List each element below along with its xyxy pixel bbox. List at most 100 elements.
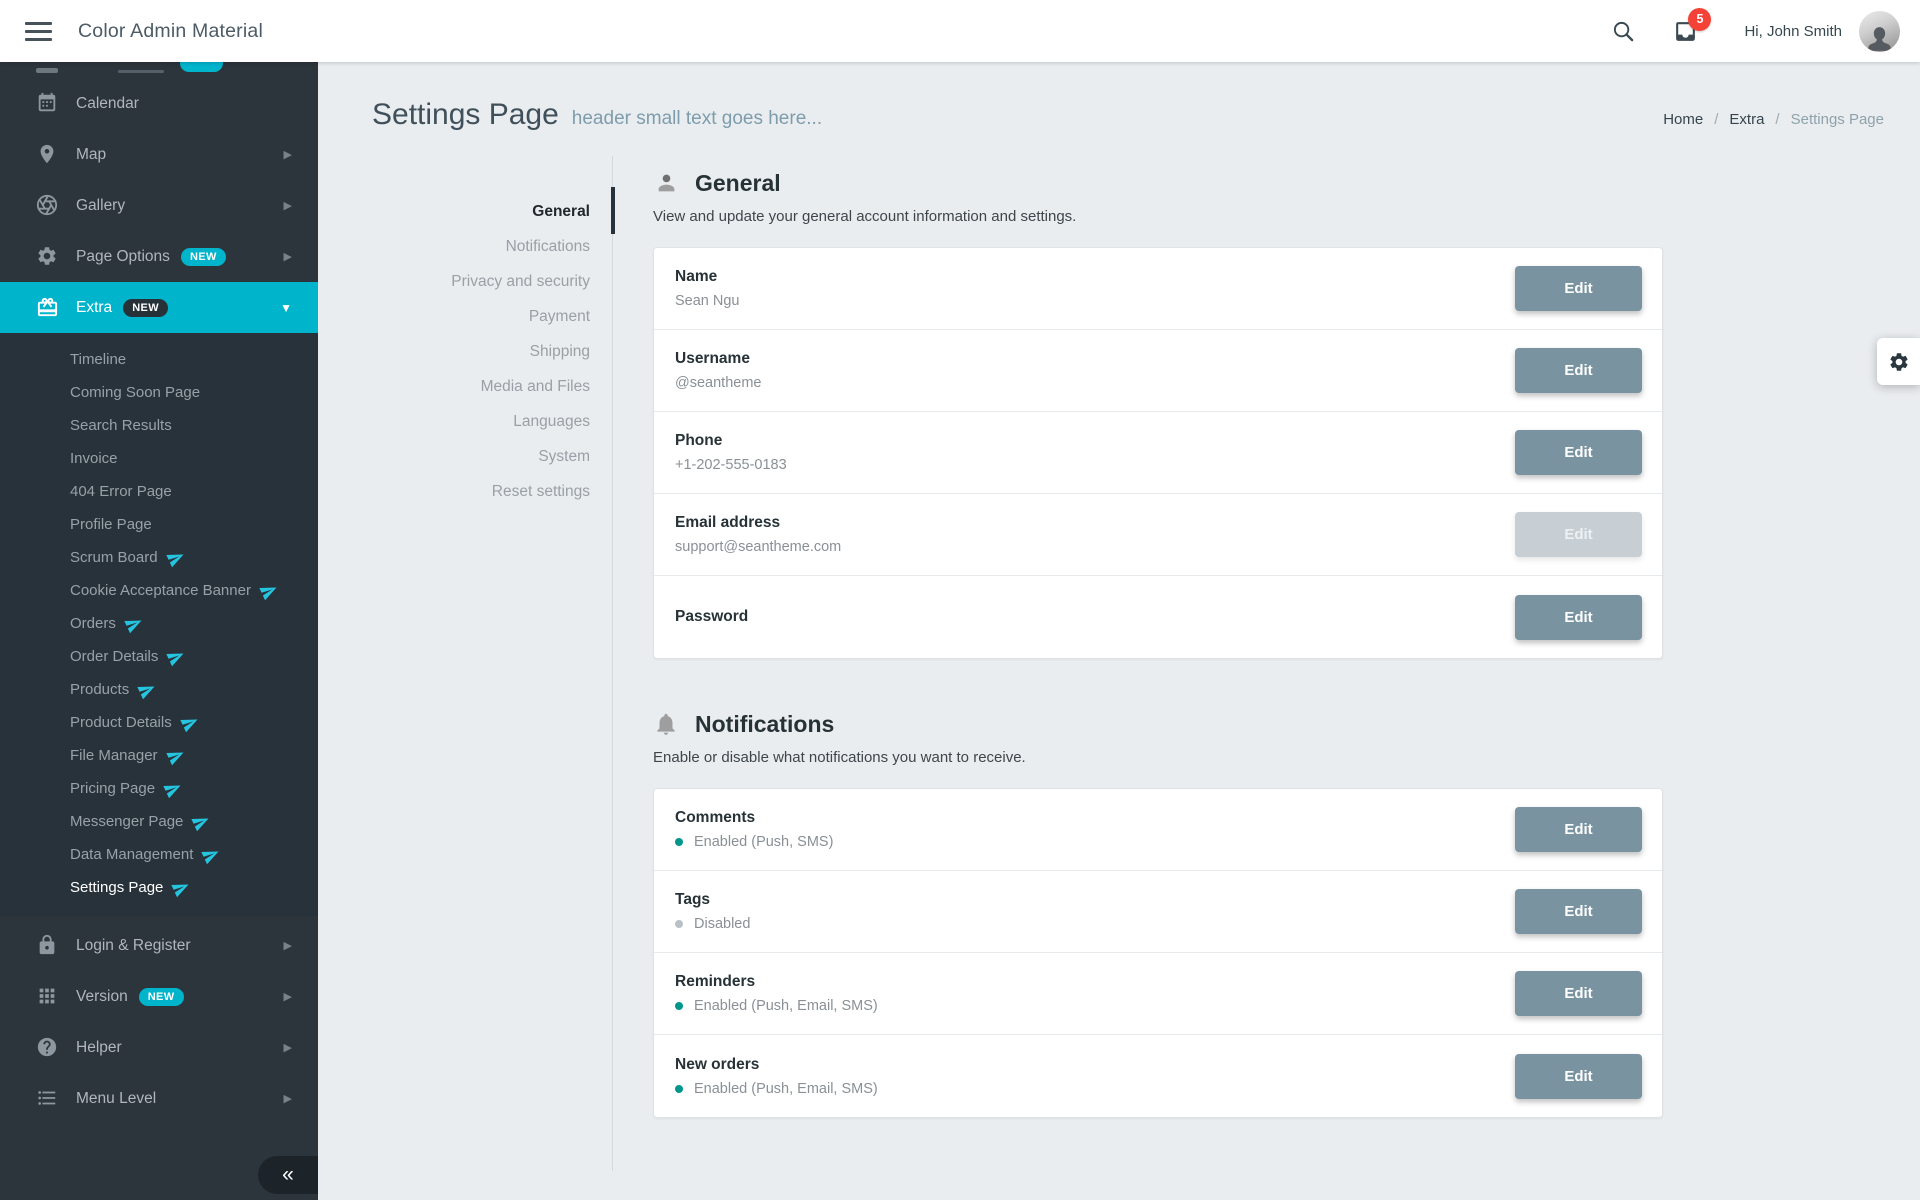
send-icon — [122, 612, 146, 636]
theme-settings-button[interactable] — [1877, 338, 1920, 385]
edit-username-button[interactable]: Edit — [1515, 348, 1642, 393]
row-label: New orders — [675, 1056, 878, 1074]
submenu-item-invoice[interactable]: Invoice — [0, 442, 318, 475]
edit-comments-button[interactable]: Edit — [1515, 807, 1642, 852]
row-value: support@seantheme.com — [675, 539, 841, 555]
submenu-item-product-details[interactable]: Product Details — [0, 706, 318, 739]
main-content: Settings Page header small text goes her… — [318, 62, 1920, 1200]
section-title: General — [695, 170, 781, 197]
submenu-item-scrum-board[interactable]: Scrum Board — [0, 541, 318, 574]
submenu-label: Data Management — [70, 846, 193, 863]
sidebar-item-menu-level[interactable]: Menu Level ▶ — [0, 1073, 318, 1124]
sidebar-item-calendar[interactable]: Calendar — [0, 78, 318, 129]
chevron-right-icon: ▶ — [284, 250, 292, 263]
avatar[interactable] — [1859, 11, 1900, 52]
sidebar-item-version[interactable]: Version NEW ▶ — [0, 971, 318, 1022]
sidebar-item-label: Map — [76, 146, 106, 164]
settings-nav-general[interactable]: General — [318, 194, 590, 229]
submenu-item-coming-soon-page[interactable]: Coming Soon Page — [0, 376, 318, 409]
row-label: Phone — [675, 432, 787, 450]
submenu-label: Messenger Page — [70, 813, 183, 830]
person-icon — [653, 170, 680, 197]
edit-new-orders-button[interactable]: Edit — [1515, 1054, 1642, 1099]
general-section-header: General — [653, 170, 1663, 197]
submenu-label: Timeline — [70, 351, 126, 368]
settings-nav-reset-settings[interactable]: Reset settings — [318, 474, 590, 509]
hamburger-icon[interactable] — [25, 22, 52, 41]
sidebar-item-extra[interactable]: Extra NEW ▼ — [0, 282, 318, 333]
active-nav-indicator — [611, 187, 615, 234]
submenu-item-file-manager[interactable]: File Manager — [0, 739, 318, 772]
sidebar-item-label: Gallery — [76, 197, 125, 215]
help-icon — [36, 1036, 60, 1060]
row-value: Enabled (Push, SMS) — [675, 834, 833, 850]
submenu-item-orders[interactable]: Orders — [0, 607, 318, 640]
setting-row-username: Username @seantheme Edit — [654, 330, 1662, 412]
settings-content: General View and update your general acc… — [653, 156, 1663, 1171]
settings-nav-system[interactable]: System — [318, 439, 590, 474]
submenu-item-timeline[interactable]: Timeline — [0, 343, 318, 376]
sidebar-item-login-register[interactable]: Login & Register ▶ — [0, 920, 318, 971]
submenu-label: Settings Page — [70, 879, 163, 896]
submenu-label: Products — [70, 681, 129, 698]
notifications-button[interactable]: 5 — [1673, 19, 1698, 44]
submenu-item-404-error-page[interactable]: 404 Error Page — [0, 475, 318, 508]
edit-name-button[interactable]: Edit — [1515, 266, 1642, 311]
sidebar-collapse-button[interactable]: « — [258, 1156, 318, 1194]
clipped-label-fragment — [118, 70, 164, 73]
sidebar-item-page-options[interactable]: Page Options NEW ▶ — [0, 231, 318, 282]
submenu-item-messenger-page[interactable]: Messenger Page — [0, 805, 318, 838]
status-dot-enabled — [675, 1002, 683, 1010]
settings-nav-languages[interactable]: Languages — [318, 404, 590, 439]
sidebar-item-label: Calendar — [76, 95, 139, 113]
submenu-item-search-results[interactable]: Search Results — [0, 409, 318, 442]
new-badge: NEW — [181, 248, 226, 266]
sidebar: Calendar Map ▶ Gallery ▶ Page Options NE… — [0, 62, 318, 1200]
sidebar-item-gallery[interactable]: Gallery ▶ — [0, 180, 318, 231]
search-icon[interactable] — [1612, 20, 1635, 43]
notifications-section-header: Notifications — [653, 711, 1663, 738]
sidebar-item-label: Login & Register — [76, 937, 191, 955]
chevron-right-icon: ▶ — [284, 990, 292, 1003]
page-header: Settings Page header small text goes her… — [318, 62, 1920, 132]
settings-nav-notifications[interactable]: Notifications — [318, 229, 590, 264]
row-label: Password — [675, 608, 748, 626]
row-value: Sean Ngu — [675, 293, 740, 309]
submenu-item-pricing-page[interactable]: Pricing Page — [0, 772, 318, 805]
edit-phone-button[interactable]: Edit — [1515, 430, 1642, 475]
breadcrumb-separator: / — [1714, 111, 1718, 128]
section-description: Enable or disable what notifications you… — [653, 749, 1663, 766]
row-value: Disabled — [675, 916, 750, 932]
send-icon — [164, 546, 188, 570]
submenu-item-order-details[interactable]: Order Details — [0, 640, 318, 673]
submenu-label: Product Details — [70, 714, 172, 731]
edit-reminders-button[interactable]: Edit — [1515, 971, 1642, 1016]
section-description: View and update your general account inf… — [653, 208, 1663, 225]
settings-nav-shipping[interactable]: Shipping — [318, 334, 590, 369]
submenu-item-settings-page[interactable]: Settings Page — [0, 871, 318, 904]
setting-row-password: Password Edit — [654, 576, 1662, 658]
submenu-label: Scrum Board — [70, 549, 158, 566]
submenu-item-products[interactable]: Products — [0, 673, 318, 706]
header-actions: 5 Hi, John Smith — [1612, 11, 1900, 52]
sidebar-item-label: Menu Level — [76, 1090, 156, 1108]
submenu-label: Coming Soon Page — [70, 384, 200, 401]
send-icon — [135, 678, 159, 702]
submenu-label: Pricing Page — [70, 780, 155, 797]
sidebar-item-map[interactable]: Map ▶ — [0, 129, 318, 180]
breadcrumb: Home / Extra / Settings Page — [1663, 111, 1884, 128]
settings-nav-media-and-files[interactable]: Media and Files — [318, 369, 590, 404]
sidebar-item-helper[interactable]: Helper ▶ — [0, 1022, 318, 1073]
gift-icon — [36, 296, 60, 320]
breadcrumb-home[interactable]: Home — [1663, 111, 1703, 128]
submenu-item-profile-page[interactable]: Profile Page — [0, 508, 318, 541]
edit-tags-button[interactable]: Edit — [1515, 889, 1642, 934]
submenu-item-data-management[interactable]: Data Management — [0, 838, 318, 871]
submenu-item-cookie-acceptance-banner[interactable]: Cookie Acceptance Banner — [0, 574, 318, 607]
edit-email-button: Edit — [1515, 512, 1642, 557]
settings-nav-privacy-and-security[interactable]: Privacy and security — [318, 264, 590, 299]
edit-password-button[interactable]: Edit — [1515, 595, 1642, 640]
breadcrumb-extra[interactable]: Extra — [1729, 111, 1764, 128]
settings-nav-payment[interactable]: Payment — [318, 299, 590, 334]
row-label: Email address — [675, 514, 841, 532]
